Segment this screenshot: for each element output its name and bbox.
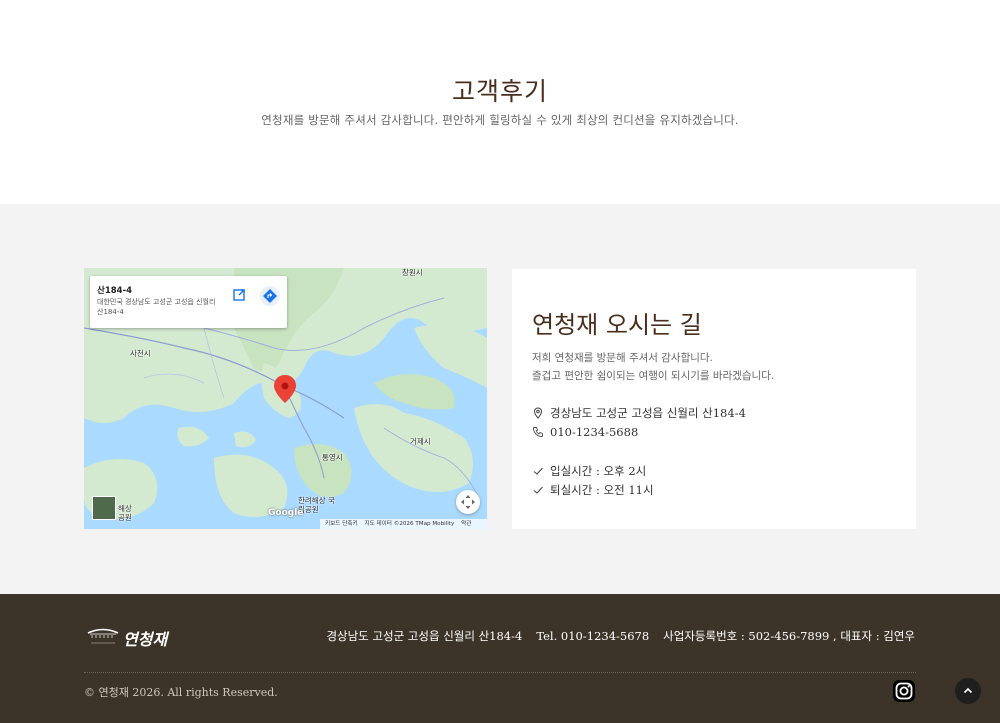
reviews-section: 고객후기 연청재를 방문해 주셔서 감사합니다. 편안하게 힐링하실 수 있게 … xyxy=(0,0,1000,204)
check-icon xyxy=(533,486,543,494)
check-icon xyxy=(533,467,543,475)
directions-desc-line1: 저희 연청재를 방문해 주셔서 감사합니다. xyxy=(532,352,713,364)
directions-info-card: 연청재 오시는 길 저희 연청재를 방문해 주셔서 감사합니다. 즐겁고 편안한… xyxy=(512,269,916,529)
scroll-to-top-button[interactable] xyxy=(955,678,981,704)
footer-business-number: 사업자등록번호 : 502-456-7899 , 대표자 : 김연우 xyxy=(663,629,915,643)
footer-logo-text: 연청재 xyxy=(123,630,168,649)
phone-row: 010-1234-5688 xyxy=(532,425,638,441)
map-layer-thumbnail[interactable] xyxy=(92,496,116,520)
keyboard-shortcuts-link[interactable]: 키보드 단축키 xyxy=(325,521,358,527)
footer-copyright: © 연청재 2026. All rights Reserved. xyxy=(84,686,278,699)
address-text: 경상남도 고성군 고성읍 신월리 산184-4 xyxy=(550,406,746,420)
checkout-text: 퇴실시간 : 오전 11시 xyxy=(550,483,654,497)
map-label-changwon: 창원시 xyxy=(402,268,423,277)
chevron-up-icon xyxy=(963,687,973,694)
move-icon xyxy=(461,495,475,509)
terms-link[interactable]: 약관 xyxy=(461,521,471,527)
footer-tel: Tel. 010-1234-5678 xyxy=(536,629,650,643)
map-place-card: 산184-4 대한민국 경상남도 고성군 고성읍 신월리 산184-4 xyxy=(90,276,287,328)
footer-address: 경상남도 고성군 고성읍 신월리 산184-4 xyxy=(326,629,523,643)
site-footer: 연청재 경상남도 고성군 고성읍 신월리 산184-4 Tel. 010-1234… xyxy=(0,594,1000,723)
checkin-row: 입실시간 : 오후 2시 xyxy=(532,463,646,479)
map-label-park: 한려해상 국립공원 xyxy=(298,496,335,514)
directions-icon xyxy=(263,289,277,303)
map-pin-icon xyxy=(533,407,543,419)
footer-business-info: 경상남도 고성군 고성읍 신월리 산184-4 Tel. 010-1234-567… xyxy=(312,628,915,644)
map-attribution: 키보드 단축키 지도 데이터 ©2026 TMap Mobility 약관 xyxy=(320,519,487,529)
open-in-maps-icon[interactable] xyxy=(230,286,248,304)
map-data-text: 지도 데이터 ©2026 TMap Mobility xyxy=(364,521,455,527)
map-camera-control[interactable] xyxy=(456,490,480,514)
phone-text: 010-1234-5688 xyxy=(550,425,639,439)
map-place-address: 대한민국 경상남도 고성군 고성읍 신월리 산184-4 xyxy=(97,298,216,316)
directions-desc-line2: 즐겁고 편안한 쉼이되는 여행이 되시기를 바라겠습니다. xyxy=(532,370,775,382)
checkin-text: 입실시간 : 오후 2시 xyxy=(550,464,647,478)
footer-divider xyxy=(84,672,916,673)
map-label-geoje: 거제시 xyxy=(410,437,431,446)
address-row: 경상남도 고성군 고성읍 신월리 산184-4 xyxy=(532,405,746,421)
instagram-icon[interactable] xyxy=(892,679,916,703)
map-label-haesang: 해상 공원 xyxy=(118,504,132,522)
google-map[interactable]: 사천시 거제시 통영시 창원시 한려해상 국립공원 해상 공원 산184-4 대… xyxy=(84,268,487,529)
reviews-subtitle: 연청재를 방문해 주셔서 감사합니다. 편안하게 힐링하실 수 있게 최상의 컨… xyxy=(261,113,739,127)
map-label-sacheon: 사천시 xyxy=(130,349,151,358)
directions-section: 사천시 거제시 통영시 창원시 한려해상 국립공원 해상 공원 산184-4 대… xyxy=(0,204,1000,594)
directions-title: 연청재 오시는 길 xyxy=(532,311,702,339)
map-label-tongyeong: 통영시 xyxy=(322,453,343,462)
directions-description: 저희 연청재를 방문해 주셔서 감사합니다. 즐겁고 편안한 쉼이되는 여행이 … xyxy=(532,349,774,385)
map-place-title: 산184-4 xyxy=(97,286,133,296)
directions-button[interactable] xyxy=(260,286,280,306)
phone-icon xyxy=(533,427,543,437)
reviews-title: 고객후기 xyxy=(451,77,548,106)
hanok-roof-logo-icon xyxy=(87,628,119,644)
checkout-row: 퇴실시간 : 오전 11시 xyxy=(532,482,654,498)
google-logo: Google xyxy=(268,508,304,518)
